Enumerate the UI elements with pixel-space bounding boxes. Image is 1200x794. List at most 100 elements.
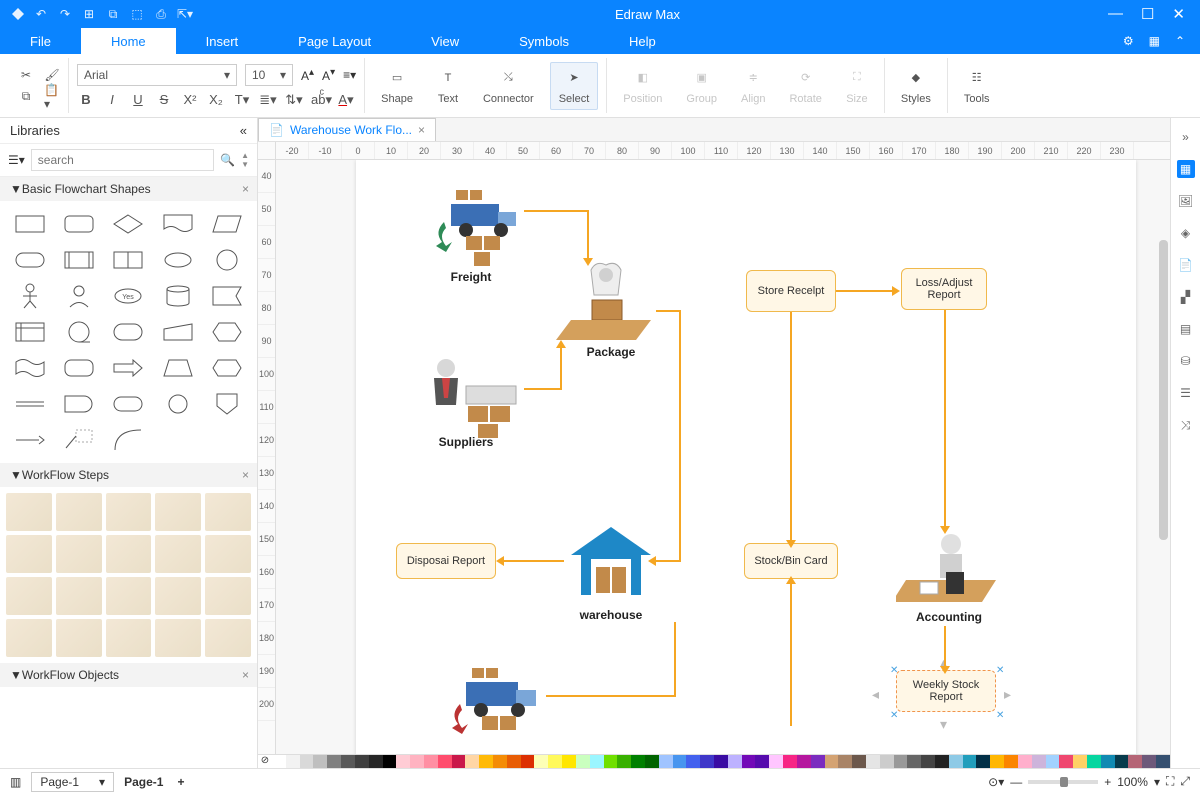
color-swatch[interactable] (369, 755, 383, 768)
decrease-font-icon[interactable]: A▾ (322, 67, 335, 83)
underline-icon[interactable]: U (129, 92, 147, 107)
color-swatch[interactable] (673, 755, 687, 768)
chart-panel-icon[interactable]: ▞ (1177, 288, 1195, 306)
color-swatch[interactable] (1087, 755, 1101, 768)
bold-icon[interactable]: B (77, 92, 95, 107)
line-spacing-icon[interactable]: ⇅▾ (285, 92, 303, 108)
step-icon[interactable] (106, 535, 152, 573)
step-icon[interactable] (56, 577, 102, 615)
color-swatch[interactable] (714, 755, 728, 768)
increase-font-icon[interactable]: A▴ (301, 67, 314, 83)
color-swatch[interactable] (465, 755, 479, 768)
color-swatch[interactable] (300, 755, 314, 768)
size-button[interactable]: ⛶Size (838, 63, 876, 109)
font-size-select[interactable]: 10▾ (245, 64, 293, 86)
shape-button[interactable]: ▭Shape (373, 63, 421, 109)
shape-half-round[interactable] (57, 389, 100, 419)
maximize-icon[interactable]: ☐ (1141, 5, 1154, 23)
step-icon[interactable] (6, 577, 52, 615)
group-button[interactable]: ▣Group (678, 63, 725, 109)
color-swatch[interactable] (659, 755, 673, 768)
selection-handle[interactable]: ✕ (996, 710, 1004, 721)
step-icon[interactable] (6, 493, 52, 531)
font-color-icon[interactable]: A▾ (337, 92, 355, 108)
expand-panel-icon[interactable]: » (1177, 128, 1195, 146)
close-section-icon[interactable]: × (242, 468, 249, 482)
step-icon[interactable] (56, 619, 102, 657)
color-swatch[interactable] (493, 755, 507, 768)
color-swatch[interactable] (1073, 755, 1087, 768)
color-swatch[interactable] (313, 755, 327, 768)
cut-icon[interactable]: ✂ (18, 67, 34, 83)
styles-button[interactable]: ◆Styles (893, 63, 939, 109)
library-menu-icon[interactable]: ☰▾ (8, 153, 25, 167)
color-swatch[interactable] (797, 755, 811, 768)
section-basic-flowchart[interactable]: ▼ Basic Flowchart Shapes× (0, 177, 257, 201)
shape-wave-rect[interactable] (8, 353, 51, 383)
color-swatch[interactable] (617, 755, 631, 768)
color-swatch[interactable] (590, 755, 604, 768)
vertical-scrollbar[interactable] (1159, 240, 1168, 540)
position-button[interactable]: ◧Position (615, 63, 670, 109)
step-icon[interactable] (106, 577, 152, 615)
shape-yes-ellipse[interactable]: Yes (107, 281, 150, 311)
section-workflow-steps[interactable]: ▼ WorkFlow Steps× (0, 463, 257, 487)
table-panel-icon[interactable]: ▤ (1177, 320, 1195, 338)
undo-icon[interactable]: ↶ (34, 7, 48, 21)
connector-hint-down-icon[interactable]: ▾ (940, 716, 947, 733)
stock-bin-node[interactable]: Stock/Bin Card (744, 543, 838, 579)
zoom-slider[interactable] (1028, 780, 1098, 784)
shape-connector-arrow[interactable] (8, 425, 51, 455)
align-button[interactable]: ≑Align (733, 63, 773, 109)
close-icon[interactable]: ✕ (1172, 5, 1185, 23)
color-swatch[interactable] (645, 755, 659, 768)
play-icon[interactable]: ⊙▾ (988, 775, 1004, 789)
color-swatch[interactable] (755, 755, 769, 768)
shape-annotation[interactable] (57, 425, 100, 455)
color-swatch[interactable] (1101, 755, 1115, 768)
package-icon[interactable] (556, 260, 666, 350)
color-swatch[interactable] (894, 755, 908, 768)
freight-icon[interactable] (416, 180, 526, 270)
color-swatch[interactable] (521, 755, 535, 768)
step-icon[interactable] (6, 619, 52, 657)
shape-document[interactable] (156, 209, 199, 239)
tab-view[interactable]: View (401, 28, 489, 54)
shape-rounded-rect[interactable] (57, 209, 100, 239)
shuffle-panel-icon[interactable]: ⤨ (1177, 416, 1195, 434)
redo-icon[interactable]: ↷ (58, 7, 72, 21)
step-icon[interactable] (205, 619, 251, 657)
store-receipt-node[interactable]: Store Recelpt (746, 270, 836, 312)
color-swatch[interactable] (1046, 755, 1060, 768)
shape-internal-storage[interactable] (8, 317, 51, 347)
font-name-select[interactable]: Arial▾ (77, 64, 237, 86)
fullscreen-icon[interactable]: ⤢ (1180, 774, 1190, 789)
step-icon[interactable] (205, 535, 251, 573)
color-swatch[interactable] (438, 755, 452, 768)
shape-vertical-split[interactable] (107, 245, 150, 275)
step-icon[interactable] (6, 535, 52, 573)
color-swatch[interactable] (742, 755, 756, 768)
color-palette[interactable]: ⊘ (258, 754, 1170, 768)
minimize-icon[interactable]: — (1108, 5, 1123, 23)
image-panel-icon[interactable]: 🖼 (1177, 192, 1195, 210)
color-swatch[interactable] (396, 755, 410, 768)
shape-arrow-right[interactable] (107, 353, 150, 383)
step-icon[interactable] (155, 619, 201, 657)
shape-diamond[interactable] (107, 209, 150, 239)
page-grid-icon[interactable]: ▥ (10, 775, 21, 789)
color-swatch[interactable] (410, 755, 424, 768)
bullets-icon[interactable]: ≣▾ (259, 92, 277, 108)
suppliers-icon[interactable] (406, 350, 526, 440)
fit-page-icon[interactable]: ⛶ (1166, 774, 1174, 789)
open-icon[interactable]: ⧉ (106, 7, 120, 21)
color-swatch[interactable] (1004, 755, 1018, 768)
tab-file[interactable]: File (0, 28, 81, 54)
copy-icon[interactable]: ⧉ (18, 89, 34, 105)
shape-trapezoid[interactable] (156, 353, 199, 383)
color-swatch[interactable] (700, 755, 714, 768)
collapse-libraries-icon[interactable]: « (240, 123, 247, 138)
shape-circle2[interactable] (156, 389, 199, 419)
accounting-icon[interactable] (896, 530, 1006, 610)
format-painter-icon[interactable]: 🖌 (44, 67, 60, 83)
